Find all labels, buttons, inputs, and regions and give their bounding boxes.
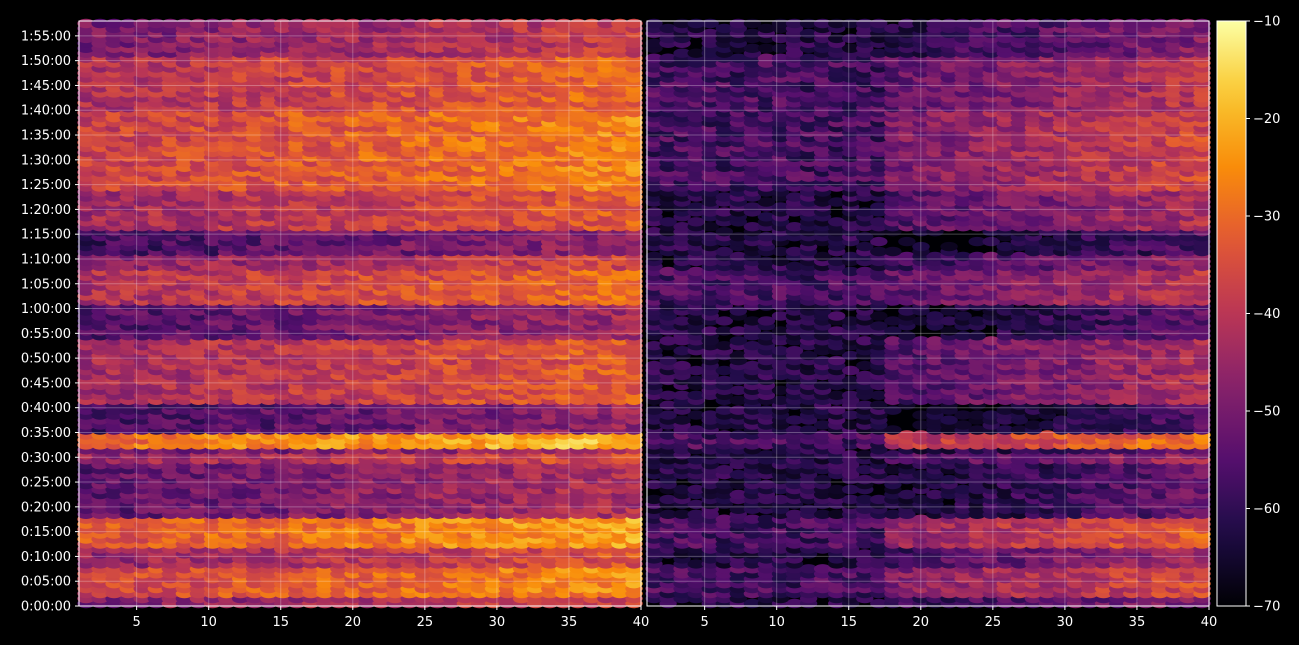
y-tick-label: 0:00:00	[21, 600, 71, 615]
heatmap-cells-left	[77, 18, 643, 609]
heatmap-cells-right	[645, 18, 1211, 609]
x-tick-label: 30	[489, 615, 506, 630]
y-axis-ticks: 0:00:00 0:05:00 0:10:00 0:15:00 0:20:00 0:25:…	[21, 29, 79, 615]
y-tick-label: 0:15:00	[21, 525, 71, 540]
x-tick-label: 25	[417, 615, 434, 630]
y-tick-label: 1:00:00	[21, 302, 71, 317]
x-tick-label: 40	[633, 615, 650, 630]
x-axis-ticks-left: 5 10 15 20 25 30 35 40	[133, 606, 650, 630]
y-tick-label: 0:10:00	[21, 550, 71, 565]
y-tick-label: 1:15:00	[21, 228, 71, 243]
y-tick-label: 0:45:00	[21, 376, 71, 391]
x-tick-label: 10	[200, 615, 217, 630]
y-tick-label: 0:50:00	[21, 352, 71, 367]
y-tick-label: 1:20:00	[21, 203, 71, 218]
y-tick-label: 0:40:00	[21, 401, 71, 416]
heatmap-cell	[625, 18, 643, 29]
y-tick-label: 1:35:00	[21, 129, 71, 144]
spectrogram-figure: 5 10 15 20 25 30 35 40 0:00:00 0:05:00 0:10:00 0:1…	[21, 15, 1281, 631]
y-tick-label: 1:55:00	[21, 29, 71, 44]
y-tick-label: 0:20:00	[21, 500, 71, 515]
y-tick-label: 1:40:00	[21, 104, 71, 119]
y-tick-label: 1:45:00	[21, 79, 71, 94]
y-tick-label: 0:35:00	[21, 426, 71, 441]
y-tick-label: 1:10:00	[21, 252, 71, 267]
y-tick-label: 0:55:00	[21, 327, 71, 342]
x-tick-label: 35	[561, 615, 578, 630]
heatmap-panel-left: 5 10 15 20 25 30 35 40 0:00:00 0:05:00 0:10:00 0:1…	[21, 18, 650, 630]
y-tick-label: 1:30:00	[21, 153, 71, 168]
x-tick-label: 15	[272, 615, 289, 630]
y-tick-label: 0:25:00	[21, 476, 71, 491]
y-tick-label: 1:05:00	[21, 277, 71, 292]
x-tick-label: 20	[345, 615, 362, 630]
y-tick-label: 0:05:00	[21, 575, 71, 590]
y-tick-label: 1:50:00	[21, 54, 71, 69]
y-tick-label: 1:25:00	[21, 178, 71, 193]
x-tick-label: 5	[133, 615, 141, 630]
heatmap-panel-right: 5 10 15 20 25 30 35 40	[645, 18, 1217, 630]
y-tick-label: 0:30:00	[21, 451, 71, 466]
